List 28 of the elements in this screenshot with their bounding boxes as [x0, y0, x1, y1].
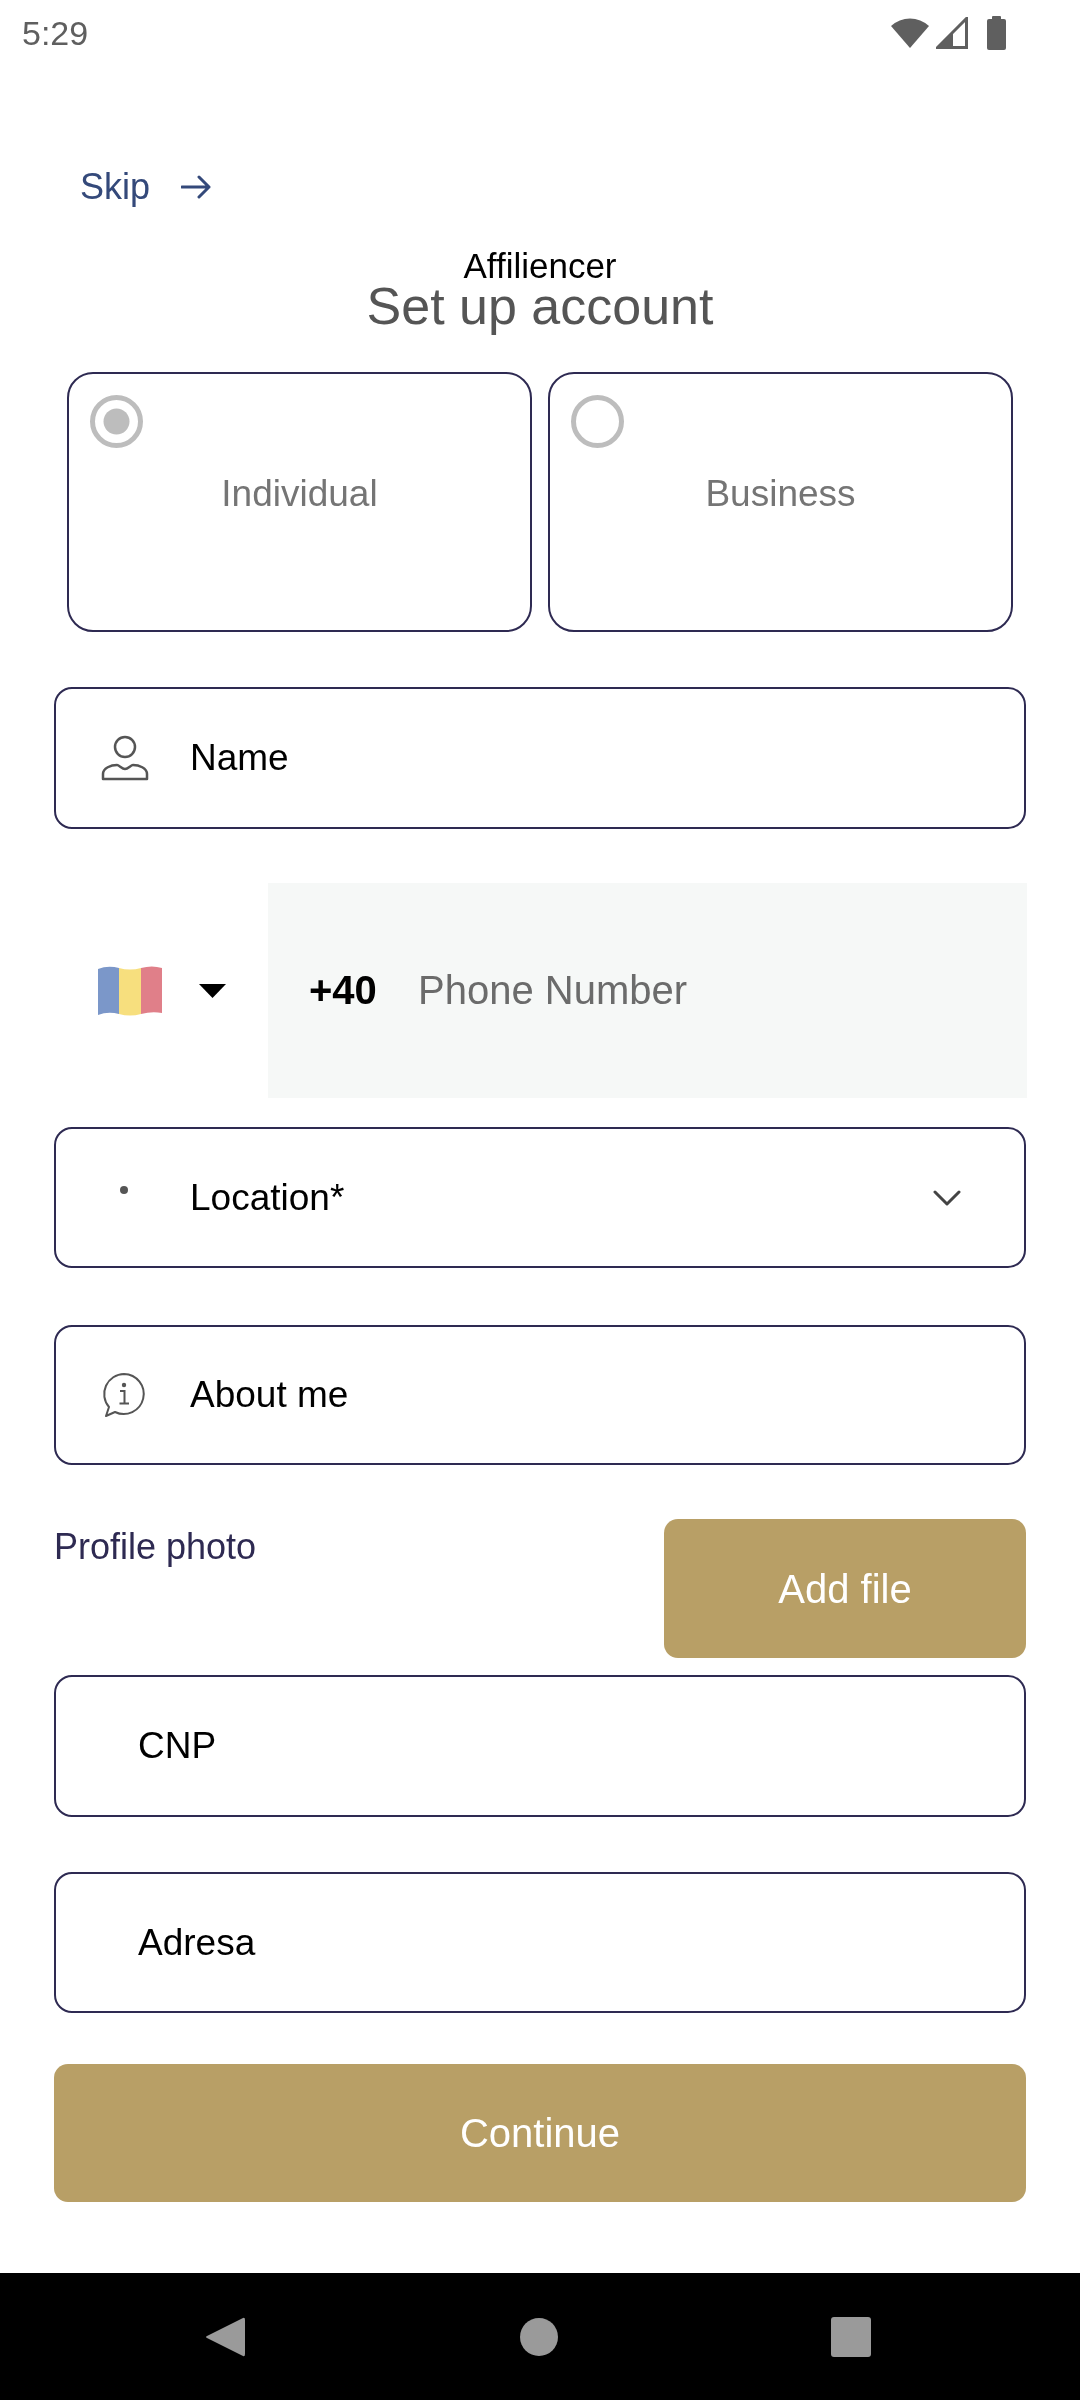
signal-icon	[936, 17, 968, 49]
info-bubble-icon	[101, 1372, 147, 1418]
person-icon	[100, 735, 150, 781]
back-icon[interactable]	[205, 2315, 245, 2358]
battery-icon	[987, 16, 1006, 50]
account-type-option[interactable]: Individual	[67, 372, 532, 632]
location-select[interactable]: Location*	[54, 1127, 1026, 1268]
radio-icon[interactable]	[571, 395, 624, 448]
recents-icon[interactable]	[831, 2316, 871, 2357]
chevron-down-icon	[933, 1189, 961, 1206]
dot-icon	[120, 1185, 128, 1194]
add-file-button[interactable]: Add file	[664, 1519, 1026, 1658]
flag-icon[interactable]	[98, 964, 162, 1017]
home-icon[interactable]	[520, 2317, 558, 2356]
skip-button[interactable]: Skip	[80, 163, 212, 211]
status-time: 5:29	[22, 13, 89, 53]
wifi-icon	[891, 18, 929, 48]
country-code: +40	[309, 967, 377, 1014]
caret-down-icon[interactable]	[199, 983, 226, 998]
arrow-right-icon	[181, 175, 212, 199]
about-field[interactable]: About me	[54, 1325, 1026, 1465]
address-field[interactable]: Adresa	[54, 1872, 1026, 2013]
cnp-field[interactable]: CNP	[54, 1675, 1026, 1817]
radio-icon[interactable]	[90, 395, 143, 448]
name-field[interactable]: Name	[54, 687, 1026, 829]
profile-photo-label: Profile photo	[54, 1527, 257, 1567]
continue-button[interactable]: Continue	[54, 2064, 1026, 2202]
account-type-option[interactable]: Business	[548, 372, 1013, 632]
